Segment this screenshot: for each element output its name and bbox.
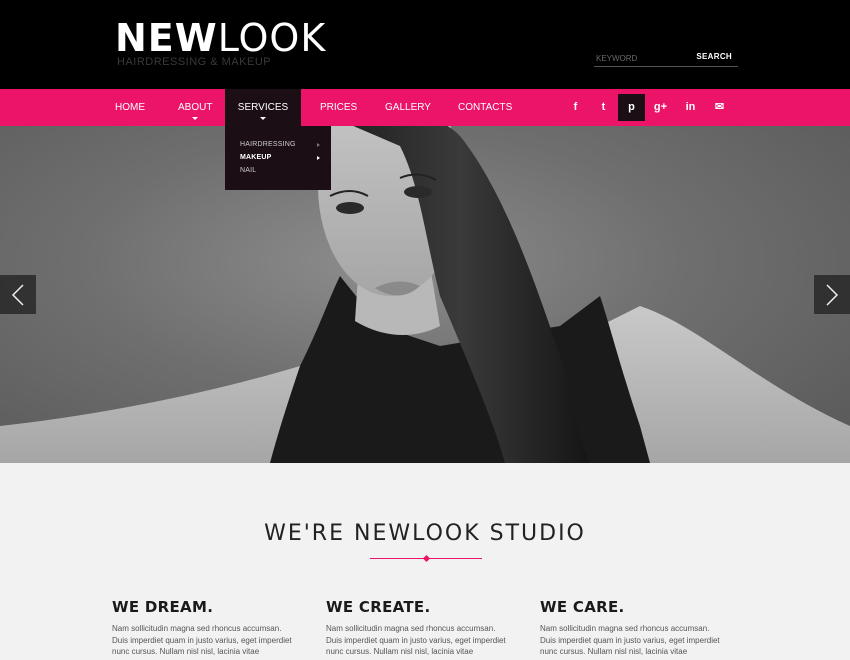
divider-diamond-icon <box>422 554 431 563</box>
facebook-icon[interactable]: f <box>562 94 589 121</box>
feature-heading: WE DREAM. <box>112 598 214 616</box>
dropdown-item-nail[interactable]: NAIL <box>240 167 256 174</box>
chevron-left-icon <box>11 284 24 306</box>
nav-label: HOME <box>115 102 145 113</box>
caret-down-icon <box>192 117 199 120</box>
google-plus-icon[interactable]: g+ <box>647 94 674 121</box>
logo-bold-text: NEW <box>115 16 218 60</box>
feature-text: Nam sollicitudin magna sed rhoncus accum… <box>112 624 292 656</box>
slider-prev-button[interactable] <box>0 275 36 314</box>
chevron-right-icon <box>317 143 320 147</box>
slider-next-button[interactable] <box>814 275 850 314</box>
nav-item-home[interactable]: HOME <box>115 89 145 126</box>
nav-label: SERVICES <box>237 102 289 113</box>
nav-item-prices[interactable]: PRICES <box>320 89 357 126</box>
feature-text: Nam sollicitudin magna sed rhoncus accum… <box>326 624 506 656</box>
chevron-right-icon <box>826 284 839 306</box>
nav-label: ABOUT <box>178 102 213 113</box>
caret-down-icon <box>260 117 266 120</box>
pinterest-icon[interactable]: p <box>618 94 645 121</box>
nav-item-gallery[interactable]: GALLERY <box>385 89 431 126</box>
logo-light-text: LOOK <box>217 16 327 60</box>
mail-icon[interactable]: ✉ <box>706 94 733 121</box>
feature-heading: WE CARE. <box>540 598 625 616</box>
nav-label: CONTACTS <box>458 102 513 113</box>
nav-item-services[interactable]: SERVICES <box>225 89 301 126</box>
twitter-icon[interactable]: t <box>590 94 617 121</box>
site-header: NEWLOOK HAIRDRESSING & MAKEUP SEARCH <box>0 0 850 89</box>
nav-label: PRICES <box>320 102 358 113</box>
feature-column: WE CREATE. Nam sollicitudin magna sed rh… <box>326 598 506 658</box>
chevron-right-icon <box>317 156 320 160</box>
site-logo[interactable]: NEWLOOK HAIRDRESSING & MAKEUP <box>115 18 326 68</box>
nav-label: GALLERY <box>385 102 431 113</box>
feature-text: Nam sollicitudin magna sed rhoncus accum… <box>540 624 720 656</box>
search-form: SEARCH <box>594 51 738 67</box>
logo-tagline: HAIRDRESSING & MAKEUP <box>117 56 272 68</box>
hero-image <box>0 126 850 463</box>
dropdown-item-makeup[interactable]: MAKEUP <box>240 154 272 161</box>
nav-item-contacts[interactable]: CONTACTS <box>458 89 512 126</box>
feature-column: WE CARE. Nam sollicitudin magna sed rhon… <box>540 598 720 658</box>
search-input[interactable] <box>594 51 694 65</box>
main-nav: HOME ABOUT SERVICES PRICES GALLERY CONTA… <box>0 89 850 126</box>
logo-wordmark: NEWLOOK <box>115 18 326 58</box>
search-button[interactable]: SEARCH <box>696 52 732 61</box>
linkedin-icon[interactable]: in <box>677 94 704 121</box>
feature-heading: WE CREATE. <box>326 598 431 616</box>
hero-slider <box>0 126 850 463</box>
services-dropdown: HAIRDRESSING MAKEUP NAIL <box>225 126 331 190</box>
nav-item-about[interactable]: ABOUT <box>178 89 212 126</box>
studio-title: WE'RE NEWLOOK STUDIO <box>264 521 586 546</box>
feature-column: WE DREAM. Nam sollicitudin magna sed rho… <box>112 598 292 658</box>
dropdown-item-hairdressing[interactable]: HAIRDRESSING <box>240 141 296 148</box>
